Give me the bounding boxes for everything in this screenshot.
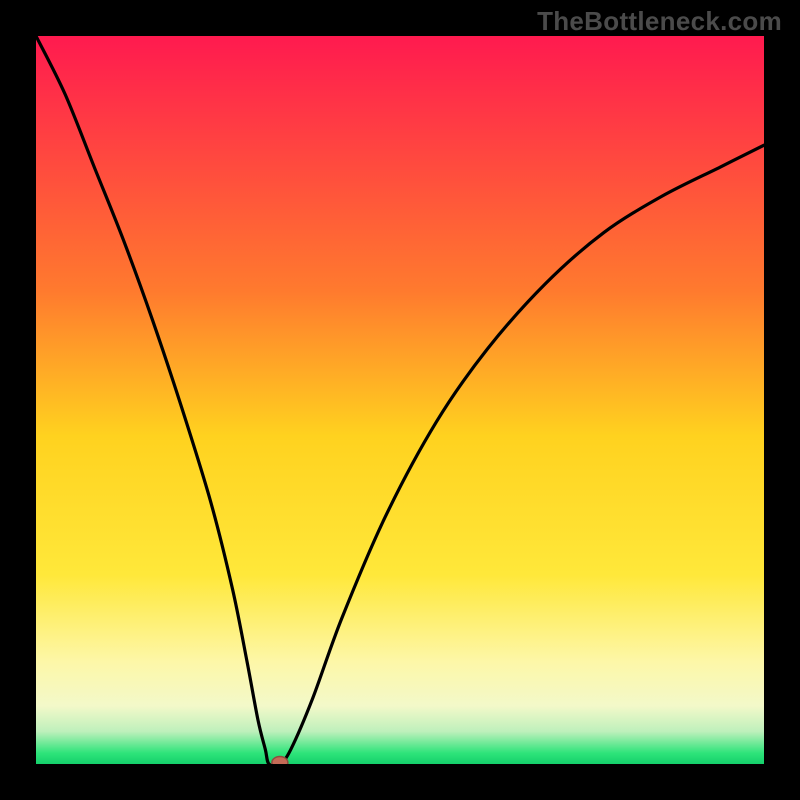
- chart-frame: TheBottleneck.com: [0, 0, 800, 800]
- plot-background: [36, 36, 764, 764]
- optimum-marker: [272, 757, 288, 769]
- chart-svg: [0, 0, 800, 800]
